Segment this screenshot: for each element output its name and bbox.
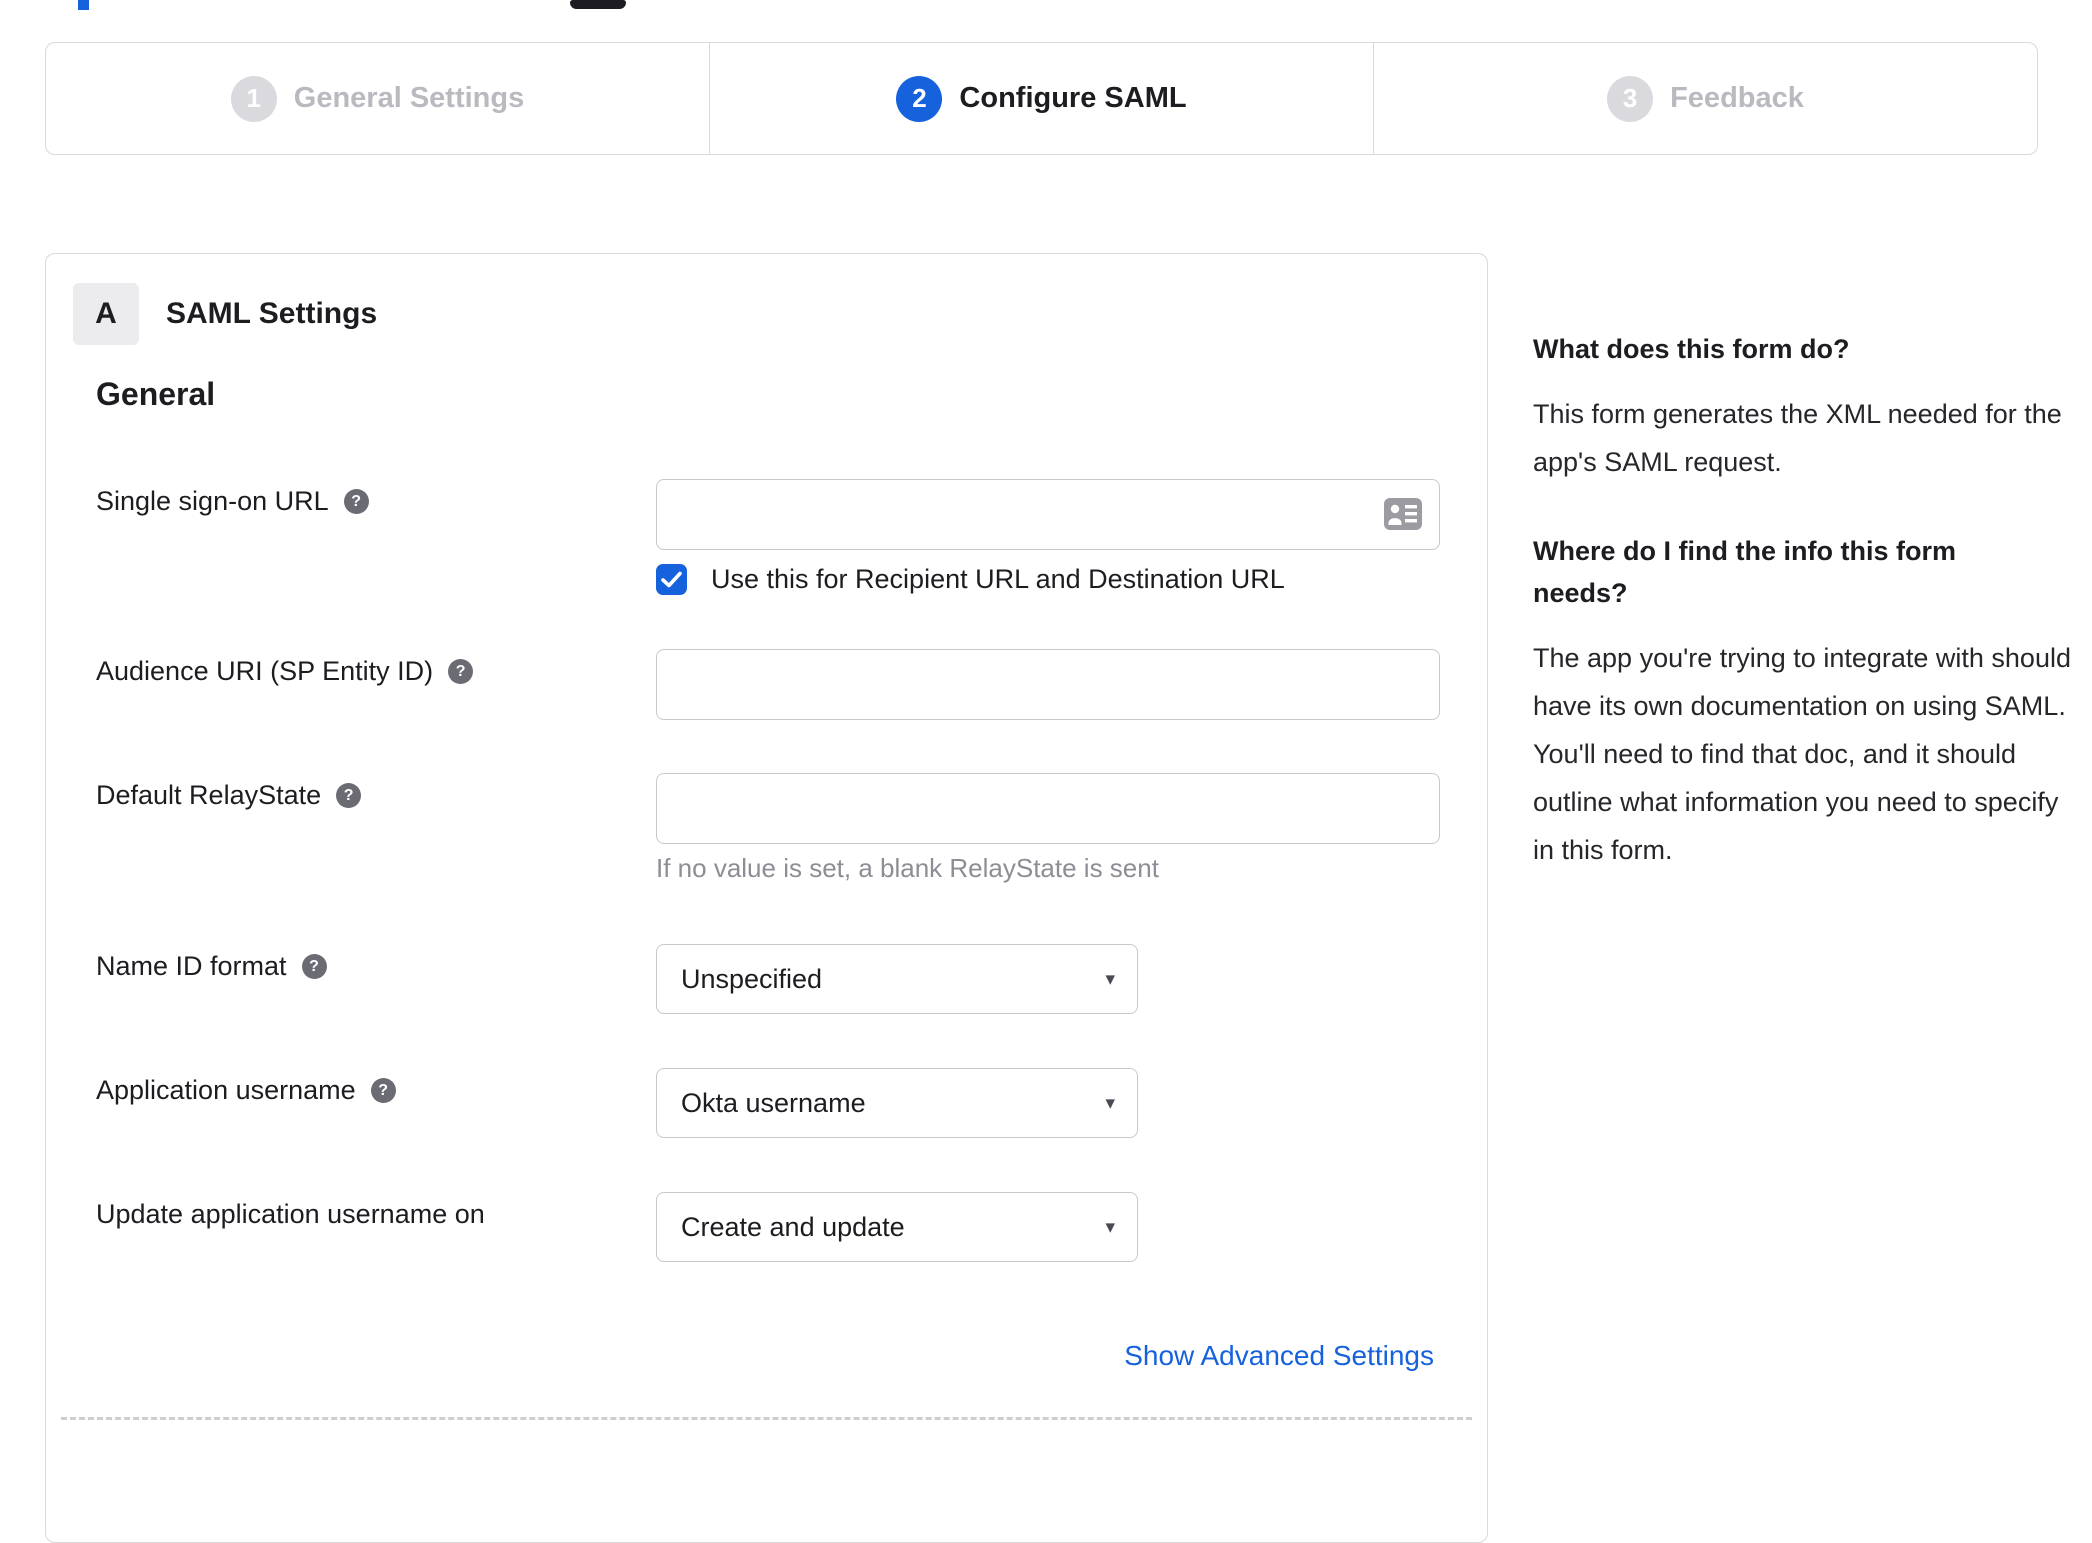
section-a-badge: A <box>73 283 139 345</box>
step-3-label: Feedback <box>1670 82 1804 114</box>
autofill-contact-icon[interactable] <box>1384 498 1422 530</box>
sidebar-body-where: The app you're trying to integrate with … <box>1533 643 2071 865</box>
section-dashed-divider <box>61 1417 1472 1420</box>
name-id-format-label-row: Name ID format ? <box>96 951 327 982</box>
recipient-url-checkbox-row: Use this for Recipient URL and Destinati… <box>656 564 1285 595</box>
update-username-select[interactable]: Create and update ▾ <box>656 1192 1138 1262</box>
show-advanced-settings-link[interactable]: Show Advanced Settings <box>1124 1340 1434 1372</box>
relay-state-label-row: Default RelayState ? <box>96 780 362 811</box>
step-general-settings[interactable]: 1 General Settings <box>46 43 709 154</box>
audience-uri-field-wrap <box>656 649 1440 720</box>
general-group-heading: General <box>96 376 216 412</box>
app-username-select[interactable]: Okta username ▾ <box>656 1068 1138 1138</box>
cropped-blue-element <box>78 0 89 10</box>
saml-settings-panel: A SAML Settings General Single sign-on U… <box>45 253 1488 1543</box>
step-1-label: General Settings <box>293 82 525 114</box>
step-2-label: Configure SAML <box>959 82 1187 114</box>
update-username-label-row: Update application username on <box>96 1199 485 1230</box>
sidebar-body-what: This form generates the XML needed for t… <box>1533 399 2062 477</box>
sso-url-label-row: Single sign-on URL ? <box>96 486 369 517</box>
update-username-value: Create and update <box>681 1211 905 1242</box>
relay-state-field-wrap <box>656 773 1440 844</box>
app-username-label: Application username <box>96 1075 356 1105</box>
step-1-number-badge: 1 <box>230 75 277 122</box>
chevron-down-icon: ▾ <box>1105 1092 1115 1114</box>
sso-url-input[interactable] <box>656 479 1440 550</box>
step-feedback[interactable]: 3 Feedback <box>1373 43 2037 154</box>
chevron-down-icon: ▾ <box>1105 968 1115 990</box>
name-id-format-label: Name ID format <box>96 951 287 981</box>
step-2-number-badge: 2 <box>896 75 943 122</box>
sso-url-help-icon[interactable]: ? <box>343 489 369 514</box>
relay-state-hint: If no value is set, a blank RelayState i… <box>656 853 1159 883</box>
sso-url-label: Single sign-on URL <box>96 486 329 516</box>
cropped-dark-toggle <box>570 0 626 9</box>
step-3-number-badge: 3 <box>1607 75 1654 122</box>
step-configure-saml[interactable]: 2 Configure SAML <box>709 43 1373 154</box>
name-id-format-help-icon[interactable]: ? <box>301 954 327 979</box>
update-username-label: Update application username on <box>96 1199 485 1229</box>
checkmark-icon <box>661 571 682 588</box>
recipient-url-checkbox-label: Use this for Recipient URL and Destinati… <box>711 564 1285 594</box>
name-id-format-select[interactable]: Unspecified ▾ <box>656 944 1138 1014</box>
app-username-label-row: Application username ? <box>96 1075 396 1106</box>
audience-uri-input[interactable] <box>656 649 1440 720</box>
section-title: SAML Settings <box>166 297 378 330</box>
audience-uri-label: Audience URI (SP Entity ID) <box>96 656 434 686</box>
sidebar-heading-where: Where do I find the info this form needs… <box>1533 536 1956 608</box>
wizard-stepper: 1 General Settings 2 Configure SAML 3 Fe… <box>45 42 2038 155</box>
recipient-url-checkbox[interactable] <box>656 564 687 595</box>
sso-url-field-wrap <box>656 479 1440 550</box>
app-username-value: Okta username <box>681 1087 866 1118</box>
audience-uri-help-icon[interactable]: ? <box>448 659 474 684</box>
app-username-help-icon[interactable]: ? <box>370 1078 396 1103</box>
chevron-down-icon: ▾ <box>1105 1216 1115 1238</box>
relay-state-label: Default RelayState <box>96 780 322 810</box>
name-id-format-value: Unspecified <box>681 963 823 994</box>
relay-state-help-icon[interactable]: ? <box>336 783 362 808</box>
help-sidebar: What does this form do? This form genera… <box>1533 328 2073 918</box>
relay-state-input[interactable] <box>656 773 1440 844</box>
audience-uri-label-row: Audience URI (SP Entity ID) ? <box>96 656 474 687</box>
sidebar-heading-what: What does this form do? <box>1533 334 1850 364</box>
